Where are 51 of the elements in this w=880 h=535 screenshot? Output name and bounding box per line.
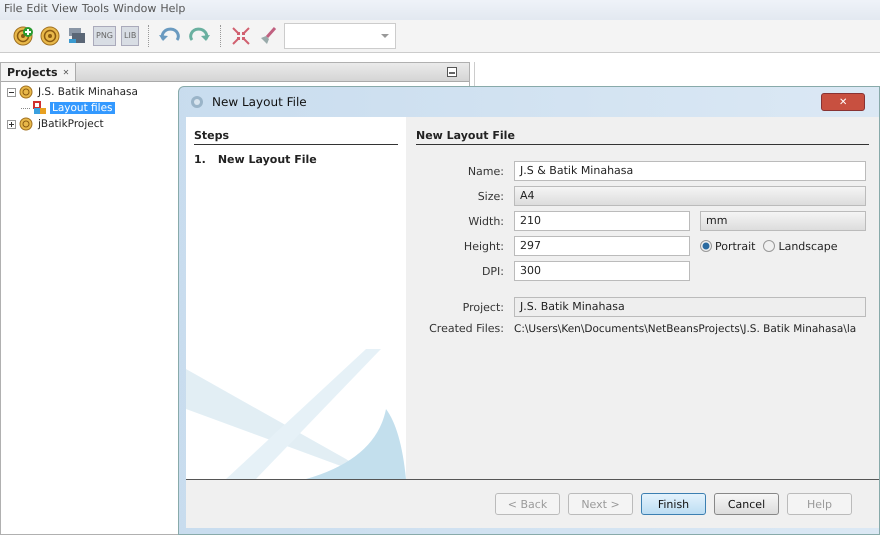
close-tab-button[interactable]: ✕ — [62, 68, 70, 76]
step-number: 1. — [194, 153, 206, 166]
radio-button[interactable] — [763, 240, 776, 252]
field-label: Width: — [467, 214, 504, 228]
unit-dropdown[interactable]: mm — [700, 211, 866, 231]
field-label: Height: — [462, 240, 504, 252]
lib-export-icon[interactable]: LIB — [121, 26, 140, 46]
size-dropdown[interactable]: A4 — [514, 186, 866, 206]
dialog-button[interactable]: Cancel — [714, 493, 779, 515]
dropdown-caret-icon — [381, 33, 390, 39]
shrink-icon[interactable] — [230, 25, 252, 47]
menu-item[interactable]: Window — [112, 2, 156, 18]
radio-button[interactable] — [700, 240, 712, 252]
file-path: C:\Users\Ken\Documents\NetBeansProjects\J.S. Batik Minahasa\la — [514, 322, 856, 334]
steps-heading: Steps — [194, 129, 398, 145]
tree-item[interactable]: jBatikProject — [36, 118, 106, 130]
new-project-icon[interactable] — [12, 25, 34, 47]
input-field[interactable]: J.S & Batik Minahasa — [514, 161, 866, 181]
dialog-title: New Layout File — [212, 95, 307, 109]
field-label: DPI: — [480, 264, 504, 278]
menu-item[interactable]: View — [52, 2, 78, 18]
png-export-icon[interactable]: PNG — [93, 26, 116, 46]
minimize-icon[interactable] — [447, 67, 457, 77]
field-label: Project: — [462, 300, 504, 314]
menu-item[interactable]: File — [4, 2, 22, 18]
tree-item[interactable]: J.S. Batik Minahasa — [36, 86, 140, 98]
input-field[interactable]: 210 — [514, 211, 690, 231]
collapse-icon[interactable] — [7, 88, 16, 96]
input-field[interactable]: 300 — [514, 261, 690, 281]
spiral-icon — [19, 117, 33, 131]
close-button[interactable]: ✕ — [821, 93, 865, 111]
dialog-button[interactable]: Finish — [641, 493, 706, 515]
menu-item[interactable]: Edit — [26, 2, 48, 18]
menu-item[interactable]: Tools — [82, 2, 109, 18]
projects-tab[interactable]: Projects ✕ — [1, 63, 76, 81]
panel-heading: New Layout File — [416, 129, 869, 145]
tab-title: Projects — [7, 66, 58, 78]
radio-label[interactable]: Landscape — [778, 240, 838, 252]
layout-icon — [33, 101, 47, 115]
field-label: Size: — [476, 190, 504, 202]
app-icon — [190, 95, 204, 109]
spiral-icon — [19, 85, 33, 99]
field-label: Name: — [466, 164, 504, 178]
expand-icon[interactable] — [7, 120, 16, 128]
field-label: Created Files: — [428, 322, 504, 335]
radio-label[interactable]: Portrait — [715, 240, 756, 252]
project-icon[interactable] — [39, 25, 61, 47]
step-label: New Layout File — [218, 153, 317, 166]
input-field[interactable]: 297 — [514, 236, 690, 256]
input-field: J.S. Batik Minahasa — [514, 297, 866, 317]
menu-item[interactable]: Help — [160, 2, 186, 18]
